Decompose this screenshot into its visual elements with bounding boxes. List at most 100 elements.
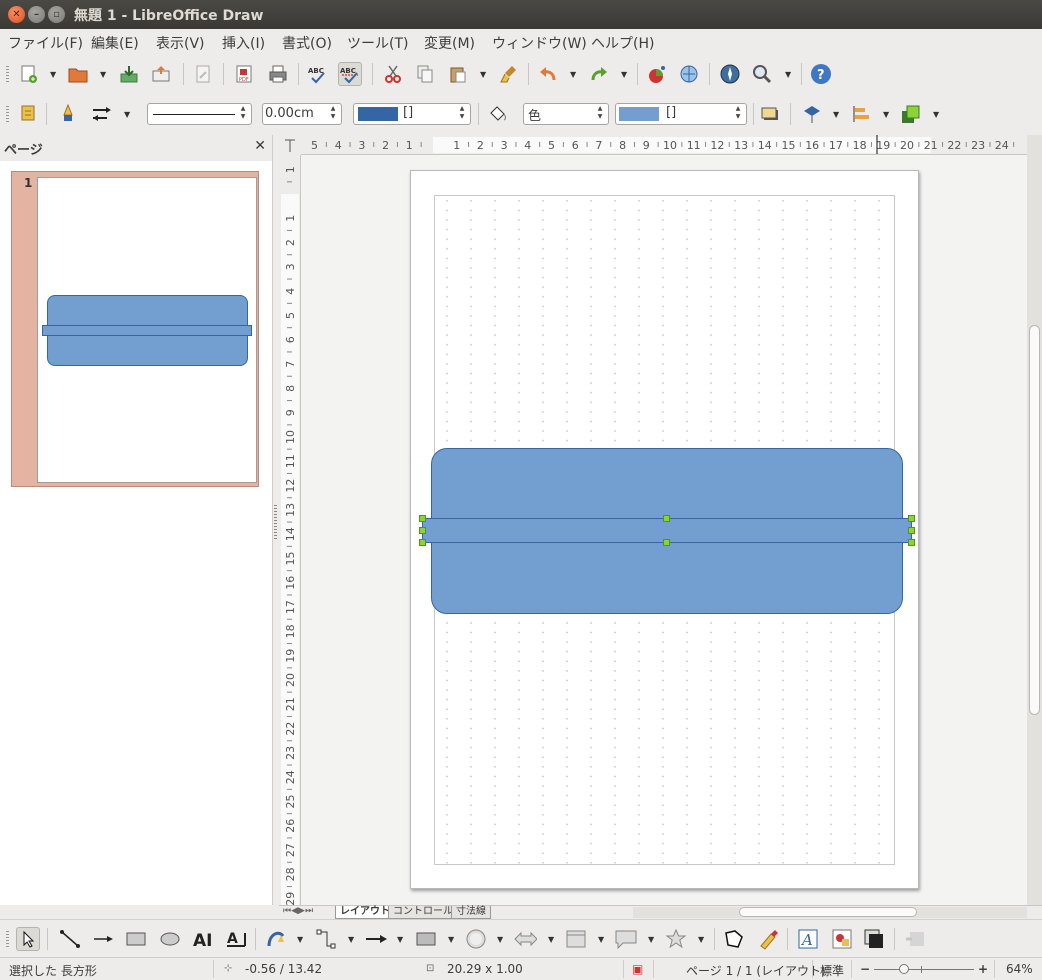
tab-layout[interactable]: レイアウト	[335, 906, 395, 919]
block-arrows-icon[interactable]	[513, 927, 537, 951]
connector-tool-icon[interactable]	[314, 927, 338, 951]
line-style-select[interactable]: ▲ ▼	[147, 103, 252, 125]
vertical-scrollbar-thumb[interactable]	[1029, 325, 1040, 715]
menu-edit[interactable]: 編集(E)	[91, 33, 139, 53]
selection-handle-top-right[interactable]	[908, 515, 915, 522]
chevron-down-icon[interactable]: ▼	[833, 110, 839, 119]
toolbar-grip[interactable]	[6, 66, 9, 82]
chevron-down-icon[interactable]: ▼	[933, 110, 939, 119]
zoom-in-icon[interactable]: +	[978, 962, 988, 976]
rectangle-tool-icon[interactable]	[124, 927, 148, 951]
horizontal-ruler[interactable]: 5 4 3 2 1 1 2 3 4 5 6 7 8 9 10 11 12 13 14 15 16 17 18 19 20 21 22…	[301, 135, 1027, 155]
vertical-ruler[interactable]: 1 1 2 3 4 5 6 7 8 9 10 11 12 13 14 15 16 17 18 19 20 21 22 23 24…	[279, 155, 301, 905]
tab-dimension-lines[interactable]: 寸法線	[451, 906, 491, 919]
shadow-icon[interactable]	[758, 102, 782, 126]
align-icon[interactable]	[849, 102, 873, 126]
zoom-slider-thumb[interactable]	[899, 964, 909, 974]
menu-file[interactable]: ファイル(F)	[8, 33, 83, 53]
window-maximize-button[interactable]: ▫	[48, 6, 65, 23]
drawing-page[interactable]	[410, 170, 919, 889]
document-modified-icon[interactable]: ▣	[632, 962, 643, 976]
drawing-canvas[interactable]	[301, 155, 1027, 905]
transformations-icon[interactable]	[800, 102, 824, 126]
chevron-down-icon[interactable]: ▼	[480, 70, 486, 79]
image-map-icon[interactable]	[677, 62, 701, 86]
menu-view[interactable]: 表示(V)	[156, 33, 205, 53]
undo-icon[interactable]	[536, 62, 560, 86]
spellcheck-icon[interactable]: ABC	[306, 62, 330, 86]
selection-handle-top-left[interactable]	[419, 515, 426, 522]
print-icon[interactable]	[266, 62, 290, 86]
chevron-down-icon[interactable]: ▼	[598, 935, 604, 944]
menu-format[interactable]: 書式(O)	[282, 33, 332, 53]
chevron-down-icon[interactable]: ▼	[124, 110, 130, 119]
chevron-down-icon[interactable]: ▼	[648, 935, 654, 944]
area-style-select[interactable]: 色 ▲ ▼	[523, 103, 609, 125]
fit-text-icon[interactable]: A	[224, 927, 248, 951]
chevron-down-icon[interactable]: ▼	[497, 935, 503, 944]
select-pointer-icon[interactable]	[16, 927, 40, 951]
chevron-down-icon[interactable]: ▼	[883, 110, 889, 119]
status-zoom[interactable]: 64%	[1006, 962, 1033, 976]
symbol-shapes-icon[interactable]	[464, 927, 488, 951]
selection-handle-bottom-left[interactable]	[419, 539, 426, 546]
vertical-scrollbar[interactable]	[1027, 135, 1042, 905]
tab-navigation-icon[interactable]: ⏮◀▶⏭	[283, 906, 313, 916]
page-thumbnail[interactable]: 1	[11, 171, 259, 487]
save-icon[interactable]	[117, 62, 141, 86]
insert-text-frame-icon[interactable]: A	[796, 927, 820, 951]
flowchart-icon[interactable]	[564, 927, 588, 951]
line-color-select[interactable]: [] ▲ ▼	[353, 103, 471, 125]
callouts-icon[interactable]	[614, 927, 638, 951]
new-document-icon[interactable]	[17, 62, 41, 86]
stars-icon[interactable]	[664, 927, 688, 951]
fontwork-icon[interactable]	[756, 927, 780, 951]
window-close-button[interactable]: ✕	[8, 6, 25, 23]
menu-tools[interactable]: ツール(T)	[347, 33, 408, 53]
tab-controls[interactable]: コントロール	[388, 906, 458, 919]
toggle-extrusion-icon[interactable]	[862, 927, 886, 951]
toolbar-grip[interactable]	[6, 106, 9, 122]
arrow-line-tool-icon[interactable]	[91, 927, 115, 951]
points-icon[interactable]	[722, 927, 746, 951]
area-color-select[interactable]: [] ▲ ▼	[615, 103, 747, 125]
zoom-slider[interactable]	[874, 969, 974, 970]
chevron-down-icon[interactable]: ▼	[50, 70, 56, 79]
chevron-down-icon[interactable]: ▼	[297, 935, 303, 944]
line-width-field[interactable]: 0.00cm ▲ ▼	[262, 103, 342, 125]
close-icon[interactable]: ✕	[254, 138, 266, 154]
chevron-down-icon[interactable]: ▼	[397, 935, 403, 944]
menu-modify[interactable]: 変更(M)	[424, 33, 475, 53]
chart-icon[interactable]	[645, 62, 669, 86]
ruler-corner[interactable]	[279, 135, 301, 155]
chevron-down-icon[interactable]: ▼	[570, 70, 576, 79]
open-folder-icon[interactable]	[66, 62, 90, 86]
selection-handle-bottom[interactable]	[663, 539, 670, 546]
help-icon[interactable]: ?	[809, 62, 833, 86]
chevron-down-icon[interactable]: ▼	[548, 935, 554, 944]
navigator-icon[interactable]	[718, 62, 742, 86]
menu-insert[interactable]: 挿入(I)	[222, 33, 265, 53]
redo-icon[interactable]	[587, 62, 611, 86]
menu-window[interactable]: ウィンドウ(W)	[492, 33, 587, 53]
lines-arrows-tool-icon[interactable]	[364, 927, 388, 951]
styles-icon[interactable]	[17, 102, 41, 126]
paste-icon[interactable]	[446, 62, 470, 86]
horizontal-scrollbar[interactable]	[633, 907, 1027, 918]
horizontal-scrollbar-thumb[interactable]	[739, 907, 917, 917]
selection-handle-top[interactable]	[663, 515, 670, 522]
selection-handle-right[interactable]	[908, 527, 915, 534]
email-icon[interactable]	[149, 62, 173, 86]
chevron-down-icon[interactable]: ▼	[348, 935, 354, 944]
copy-icon[interactable]	[413, 62, 437, 86]
zoom-icon[interactable]	[750, 62, 774, 86]
line-icon[interactable]	[56, 102, 80, 126]
selection-handle-bottom-right[interactable]	[908, 539, 915, 546]
basic-shapes-icon[interactable]	[414, 927, 438, 951]
ellipse-tool-icon[interactable]	[158, 927, 182, 951]
chevron-down-icon[interactable]: ▼	[448, 935, 454, 944]
export-pdf-icon[interactable]: PDF	[232, 62, 256, 86]
clone-formatting-icon[interactable]	[497, 62, 521, 86]
toolbar-grip[interactable]	[6, 931, 9, 947]
curve-tool-icon[interactable]	[264, 927, 288, 951]
